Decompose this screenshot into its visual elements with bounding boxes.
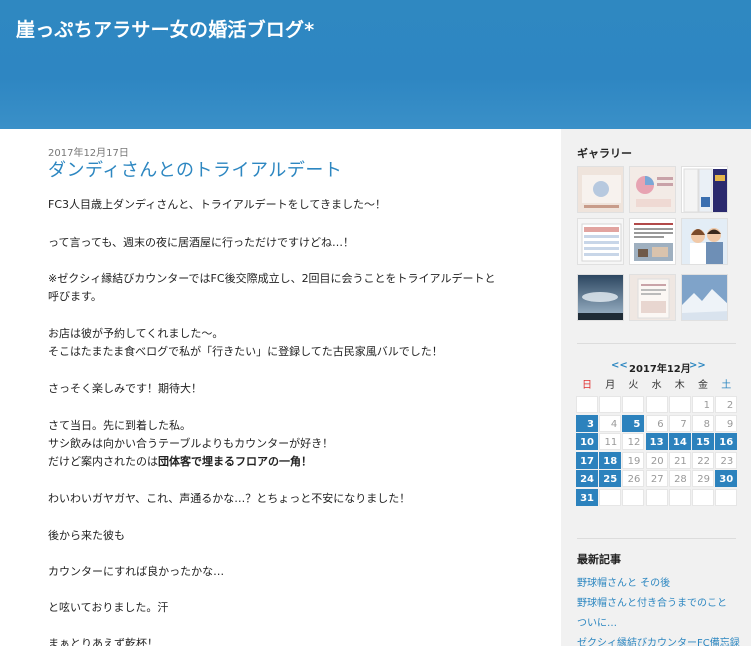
calendar-empty-cell: [645, 489, 668, 506]
post-paragraph: さて当日。先に到着した私。: [48, 419, 191, 432]
calendar-day: 8: [692, 414, 714, 432]
calendar-day: 20: [645, 451, 668, 469]
calendar-day: 28: [668, 470, 691, 488]
calendar-empty-cell: [715, 489, 738, 506]
calendar-day: 2: [715, 396, 738, 413]
post-paragraph: ※ゼクシィ縁結びカウンターではFC後交際成立し、2回目に会うことをトライアルデー…: [48, 272, 496, 285]
calendar-day: 1: [692, 396, 714, 413]
recent-post-link[interactable]: 野球帽さんと その後: [577, 574, 670, 589]
calendar-empty-cell: [622, 396, 645, 413]
text-doc-thumbnail-icon[interactable]: [629, 218, 676, 265]
calendar-weekday: 金: [698, 380, 708, 391]
calendar-weekday: 火: [628, 380, 639, 391]
recent-post-link[interactable]: 野球帽さんと付き合うまでのこと: [577, 594, 727, 609]
calendar-day: 11: [599, 433, 622, 451]
calendar-day-link[interactable]: 5: [622, 414, 645, 432]
calendar-day-link[interactable]: 30: [715, 470, 738, 488]
pie-chart-thumbnail-icon[interactable]: [629, 166, 676, 213]
sky-photo-thumbnail-icon[interactable]: [577, 274, 624, 321]
post-paragraph: まぁとりあえず乾杯！: [48, 637, 158, 646]
recent-posts-title: 最新記事: [577, 553, 621, 566]
calendar-empty-cell: [599, 489, 622, 506]
calendar-day: 26: [622, 470, 645, 488]
post-paragraph: って言っても、週末の夜に居酒屋に行っただけですけどね…！: [48, 236, 355, 249]
post-paragraph: さっそく楽しみです！期待大！: [48, 382, 202, 395]
table-doc-thumbnail-icon[interactable]: [577, 218, 624, 265]
calendar-day: 6: [645, 414, 668, 432]
post-paragraph: 呼びます。: [48, 290, 102, 303]
post-paragraph: 後から来た彼も: [48, 529, 125, 542]
calendar-day-link[interactable]: 16: [715, 433, 738, 451]
post-paragraph: だけど案内されたのは団体客で埋まるフロアの一角！: [48, 452, 312, 472]
calendar-day-link[interactable]: 14: [668, 433, 691, 451]
calendar-empty-cell: [576, 396, 598, 413]
calendar-day-link[interactable]: 25: [599, 470, 622, 488]
calendar-day-link[interactable]: 15: [692, 433, 714, 451]
calendar-day-link[interactable]: 24: [576, 470, 598, 488]
calendar-weekday: 木: [674, 380, 685, 391]
calendar-day-link[interactable]: 10: [576, 433, 598, 451]
calendar-month: 2017年12月: [629, 364, 691, 375]
calendar-day: 23: [715, 451, 738, 469]
sidebar-divider: [577, 538, 736, 539]
post-paragraph: と呟いておりました。汗: [48, 601, 169, 614]
calendar-day: 9: [715, 414, 738, 432]
calendar-empty-cell: [599, 396, 622, 413]
post-text: だけど案内されたのは: [48, 455, 158, 468]
calendar-empty-cell: [692, 489, 714, 506]
calendar-day-link[interactable]: 18: [599, 451, 622, 469]
post-paragraph: わいわいガヤガヤ、これ、声通るかな…？とちょっと不安になりました！: [48, 492, 411, 505]
calendar-prev-link[interactable]: <<: [611, 360, 628, 371]
recent-post-link[interactable]: ついに…: [577, 614, 617, 629]
chart-thumbnail-icon[interactable]: [577, 166, 624, 213]
post-paragraph: サシ飲みは向かい合うテーブルよりもカウンターが好き！: [48, 437, 334, 450]
post-paragraph: FC3人目歳上ダンディさんと、トライアルデートをしてきました〜！: [48, 198, 387, 211]
calendar-empty-cell: [622, 489, 645, 506]
calendar-weekday: 土: [721, 380, 732, 391]
calendar-weekday: 日: [582, 380, 592, 391]
calendar-empty-cell: [668, 396, 691, 413]
post-title[interactable]: ダンディさんとのトライアルデート: [48, 156, 342, 182]
blog-title[interactable]: 崖っぷちアラサー女の婚活ブログ*: [16, 15, 314, 42]
calendar-day: 19: [622, 451, 645, 469]
calendar-day: 29: [692, 470, 714, 488]
calendar-day: 4: [599, 414, 622, 432]
calendar-header: << 2017年12月 >>: [577, 360, 736, 376]
calendar-day: 21: [668, 451, 691, 469]
calendar-day: 7: [668, 414, 691, 432]
calendar-next-link[interactable]: >>: [689, 360, 706, 371]
post-paragraph: お店は彼が予約してくれました〜。: [48, 327, 224, 340]
calendar-day-link[interactable]: 17: [576, 451, 598, 469]
calendar-weekday: 水: [651, 380, 662, 391]
couple-photo-thumbnail-icon[interactable]: [681, 218, 728, 265]
snow-mountain-thumbnail-icon[interactable]: [681, 274, 728, 321]
calendar-day: 27: [645, 470, 668, 488]
recent-post-link[interactable]: ゼクシィ縁結びカウンターFC備忘録: [577, 634, 740, 646]
calendar-day-link[interactable]: 3: [576, 414, 598, 432]
post-bold-text: 団体客で埋まるフロアの一角！: [158, 455, 312, 468]
post-paragraph: カウンターにすれば良かったかな…: [48, 565, 225, 578]
calendar-day-link[interactable]: 31: [576, 489, 598, 506]
calendar-day: 22: [692, 451, 714, 469]
post-paragraph: そこはたまたま食べログで私が「行きたい」に登録してた古民家風バルでした！: [48, 345, 443, 358]
book-covers-thumbnail-icon[interactable]: [681, 166, 728, 213]
sidebar-divider: [577, 343, 736, 344]
calendar-weekday: 月: [605, 380, 616, 391]
calendar-day: 12: [622, 433, 645, 451]
calendar-day-link[interactable]: 13: [645, 433, 668, 451]
gallery-title: ギャラリー: [577, 147, 632, 160]
calendar-empty-cell: [668, 489, 691, 506]
calendar-empty-cell: [645, 396, 668, 413]
blog-header: 崖っぷちアラサー女の婚活ブログ*: [0, 0, 751, 129]
document-photo-thumbnail-icon[interactable]: [629, 274, 676, 321]
